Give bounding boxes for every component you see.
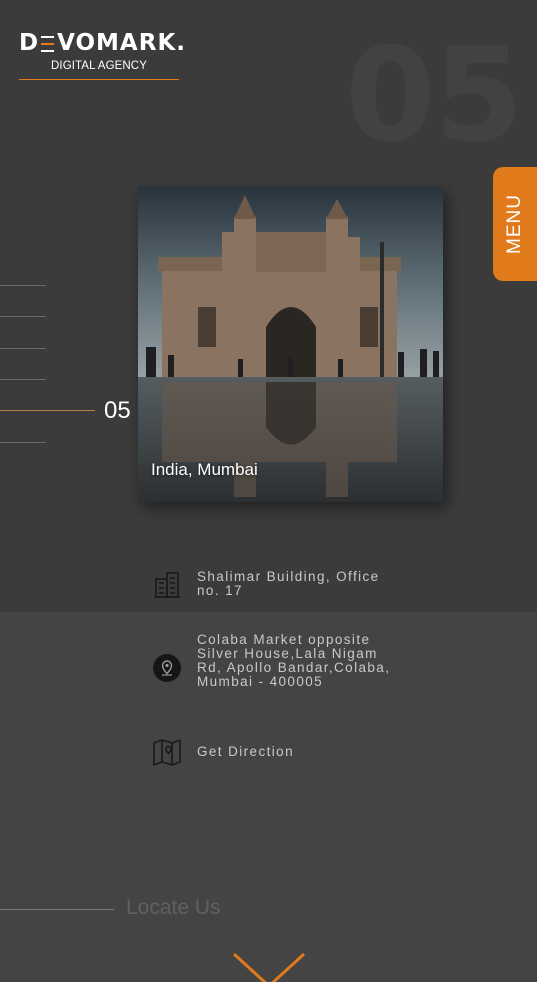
gateway-of-india-photo (138, 187, 443, 502)
brand-logo[interactable]: D VOMARK. DIGITAL AGENCY (19, 30, 185, 80)
slide-indicator-line[interactable] (0, 379, 46, 380)
locate-us-heading: Locate Us (126, 896, 221, 919)
logo-underline (19, 79, 179, 80)
location-caption: India, Mumbai (151, 460, 258, 479)
building-text: Shalimar Building, Office no. 17 (197, 569, 380, 598)
get-direction-text[interactable]: Get Direction (197, 745, 407, 759)
slide-indicator-active[interactable] (0, 410, 95, 411)
slide-indicator-line[interactable] (0, 442, 46, 443)
logo-suffix: VOMARK. (57, 30, 187, 56)
current-slide-number: 05 (104, 397, 131, 424)
map-icon (153, 739, 181, 766)
menu-button[interactable]: MENU (493, 167, 537, 281)
logo-wordmark: D VOMARK. (19, 30, 185, 56)
chevron-down-icon[interactable] (232, 952, 306, 982)
building-icon (154, 572, 180, 598)
logo-tagline: DIGITAL AGENCY (51, 60, 147, 72)
locate-divider (0, 909, 114, 910)
background-slide-number: 05 (345, 19, 524, 171)
address-text: Colaba Market opposite Silver House,Lala… (197, 632, 391, 689)
logo-prefix: D (19, 30, 40, 56)
location-photo-card[interactable]: India, Mumbai (138, 187, 443, 502)
slide-indicator-line[interactable] (0, 285, 46, 286)
menu-label: MENU (504, 194, 525, 254)
location-pin-icon (153, 654, 181, 682)
slide-indicator-line[interactable] (0, 348, 46, 349)
slide-indicator-line[interactable] (0, 316, 46, 317)
logo-e-mark (41, 35, 55, 52)
